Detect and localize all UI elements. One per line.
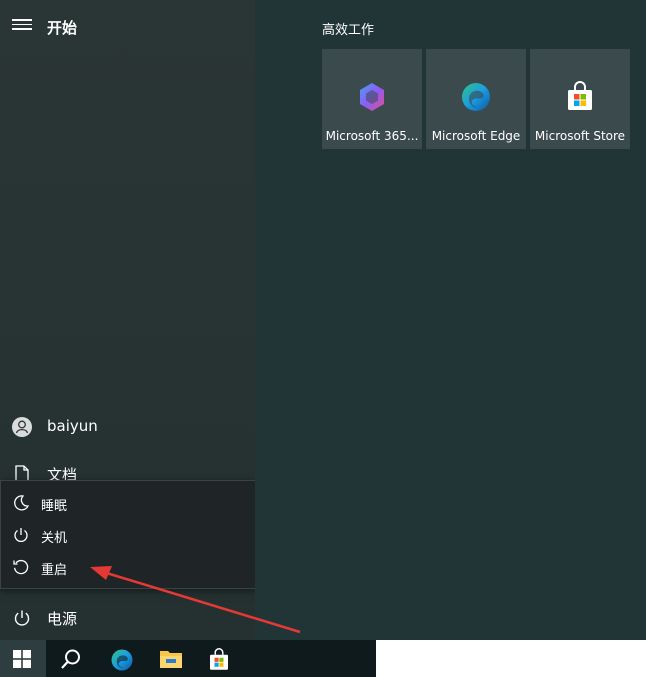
taskbar-blank-area <box>376 640 646 677</box>
sleep-menu-item[interactable]: 睡眠 <box>1 488 257 518</box>
hamburger-menu-icon[interactable] <box>12 16 32 32</box>
taskbar-file-explorer-button[interactable] <box>147 640 193 677</box>
user-avatar-icon <box>12 417 32 437</box>
edge-icon <box>462 83 490 111</box>
power-label: 电源 <box>47 610 78 628</box>
tile-microsoft-365[interactable]: Microsoft 365... <box>322 49 422 149</box>
tile-microsoft-edge[interactable]: Microsoft Edge <box>426 49 526 149</box>
restart-label: 重启 <box>41 563 68 578</box>
taskbar-edge-button[interactable] <box>98 640 144 677</box>
user-account-item[interactable]: baiyun <box>0 409 255 441</box>
microsoft-365-icon <box>360 83 384 111</box>
store-icon <box>210 648 228 670</box>
windows-logo-icon <box>13 650 31 668</box>
tile-group-title: 高效工作 <box>322 23 375 38</box>
search-icon <box>61 649 80 669</box>
store-icon <box>568 81 592 110</box>
taskbar-store-button[interactable] <box>195 640 241 677</box>
power-icon <box>14 610 30 626</box>
taskbar <box>0 640 646 677</box>
sleep-label: 睡眠 <box>41 499 68 514</box>
tile-label: Microsoft Store <box>534 129 626 143</box>
start-title: 开始 <box>47 19 78 37</box>
tile-label: Microsoft 365... <box>325 129 419 143</box>
shutdown-menu-item[interactable]: 关机 <box>1 520 257 550</box>
taskbar-search-button[interactable] <box>48 640 94 677</box>
user-name: baiyun <box>47 417 98 435</box>
start-button[interactable] <box>0 640 46 677</box>
shutdown-label: 关机 <box>41 531 68 546</box>
restart-icon <box>13 559 29 575</box>
tile-microsoft-store[interactable]: Microsoft Store <box>530 49 630 149</box>
edge-icon <box>111 649 133 671</box>
folder-icon <box>160 651 182 668</box>
power-item[interactable]: 电源 <box>0 600 255 632</box>
power-flyout-menu: 睡眠 关机 重启 <box>0 480 258 589</box>
moon-icon <box>14 495 30 511</box>
power-icon <box>14 528 28 542</box>
restart-menu-item[interactable]: 重启 <box>1 552 257 582</box>
tile-label: Microsoft Edge <box>431 129 521 143</box>
